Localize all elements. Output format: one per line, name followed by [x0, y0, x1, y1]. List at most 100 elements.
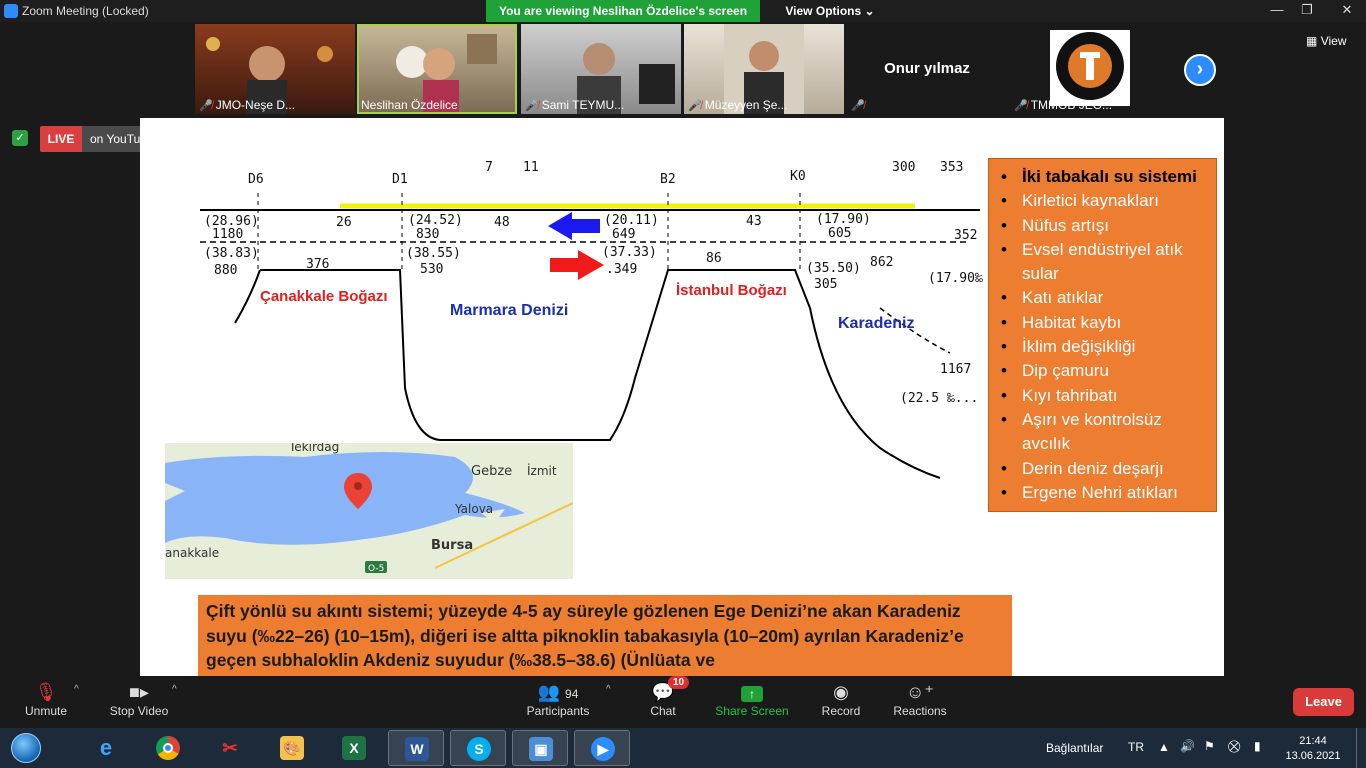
participant-name: JMO-Neşe D...: [215, 98, 296, 112]
taskbar-skype[interactable]: S: [450, 730, 506, 766]
participants-options-caret[interactable]: ^: [606, 684, 611, 695]
map-label: O-5: [368, 564, 384, 574]
view-options-button[interactable]: View Options ⌄: [780, 0, 880, 22]
system-clock[interactable]: 21:44 13.06.2021: [1282, 734, 1344, 764]
value-label: 43: [746, 214, 762, 229]
unmute-label: Unmute: [24, 704, 68, 718]
close-button[interactable]: ✕: [1332, 0, 1362, 22]
share-screen-button[interactable]: ↑ Share Screen: [712, 680, 792, 718]
value-label: 880: [214, 263, 237, 278]
network-icon[interactable]: ⛒: [1228, 739, 1240, 754]
live-badge[interactable]: LIVE: [40, 126, 82, 152]
participant-tile[interactable]: Onur yılmaz 🎤̸: [847, 24, 1007, 114]
taskbar-internet-explorer[interactable]: e: [78, 730, 134, 766]
video-options-caret[interactable]: ^: [172, 684, 177, 695]
value-label: (38.55): [406, 246, 461, 261]
photo-viewer-icon: ▣: [529, 737, 553, 761]
taskbar-snipping-tool[interactable]: ✂: [202, 730, 258, 766]
chrome-icon: [156, 736, 180, 760]
record-icon: ◉: [833, 682, 849, 702]
mic-off-icon: 🎤̸: [851, 100, 865, 112]
value-label: 305: [814, 277, 837, 292]
taskbar-photo-viewer[interactable]: ▣: [512, 730, 568, 766]
slide-caption: Çift yönlü su akıntı sistemi; yüzeyde 4-…: [198, 595, 1012, 676]
taskbar-word[interactable]: W: [388, 730, 444, 766]
participant-tile-active[interactable]: Neslihan Özdelice: [357, 24, 517, 114]
participants-count: 94: [565, 687, 579, 701]
taskbar-excel[interactable]: X: [326, 730, 382, 766]
view-options-label: View Options: [785, 4, 862, 18]
chat-unread-badge: 10: [668, 676, 690, 689]
minimize-button[interactable]: —: [1262, 0, 1292, 22]
participants-button[interactable]: 👥 94 Participants: [522, 680, 594, 718]
chevron-right-icon: ›: [1196, 58, 1204, 80]
participant-name: Sami TEYMU...: [541, 98, 625, 112]
value-label: 1167: [940, 362, 971, 377]
stop-video-button[interactable]: ■▸ Stop Video: [104, 680, 174, 718]
issues-box: İki tabakalı su sistemiKirletici kaynakl…: [988, 158, 1217, 512]
value-label: (17.90‰: [928, 271, 983, 286]
marmara-label: Marmara Denizi: [450, 302, 569, 319]
power-icon[interactable]: ▮: [1254, 739, 1261, 753]
show-hidden-icons-icon[interactable]: ▲: [1158, 740, 1170, 754]
taskbar-zoom[interactable]: ▶: [574, 730, 630, 766]
participant-tile[interactable]: 🎤̸ TMMOB JEO...: [1010, 24, 1170, 114]
language-indicator[interactable]: TR: [1128, 740, 1144, 754]
shield-icon: ✓: [12, 130, 28, 146]
red-arrow: [550, 250, 604, 280]
participant-tile[interactable]: 🎤̸ Sami TEYMU...: [521, 24, 681, 114]
reactions-label: Reactions: [893, 704, 947, 718]
shared-screen: D6 D1 7 11 B2 K0 300 353 (28.96) 1180 26…: [140, 118, 1224, 676]
maximize-button[interactable]: ❐: [1292, 0, 1322, 22]
excel-icon: X: [342, 736, 366, 760]
value-label: (38.83): [204, 246, 259, 261]
participant-tile[interactable]: 🎤̸ JMO-Neşe D...: [195, 24, 355, 114]
clock-date: 13.06.2021: [1285, 750, 1341, 762]
action-center-icon[interactable]: ⚑: [1204, 739, 1215, 753]
value-label: 26: [336, 215, 352, 230]
taskbar-chrome[interactable]: [140, 730, 196, 766]
title-bar: Zoom Meeting (Locked) You are viewing Ne…: [0, 0, 1366, 22]
share-screen-label: Share Screen: [715, 704, 789, 718]
volume-icon[interactable]: 🔊: [1180, 739, 1195, 753]
marmara-map: Tekirdağ Gebze İzmit Yalova Bursa anakka…: [165, 443, 573, 579]
view-button[interactable]: ▦ View: [1306, 34, 1346, 48]
record-label: Record: [821, 704, 861, 718]
issues-list-item: Habitat kaybı: [997, 311, 1210, 336]
station-label: 300: [892, 160, 915, 175]
map-graphic: Tekirdağ Gebze İzmit Yalova Bursa anakka…: [165, 443, 573, 579]
scissors-icon: ✂: [222, 738, 238, 758]
taskbar-paint[interactable]: 🎨: [264, 730, 320, 766]
paint-palette-icon: 🎨: [280, 736, 304, 760]
map-label: Gebze: [471, 464, 512, 479]
video-gallery: 🎤̸ JMO-Neşe D... Neslihan Özdelice 🎤̸ Sami…: [0, 22, 1366, 118]
clock-time: 21:44: [1299, 735, 1327, 747]
value-label: 376: [306, 257, 329, 272]
issues-list-item: Evsel endüstriyel atık sular: [997, 238, 1210, 287]
issues-list-item: Derin deniz deşarjı: [997, 457, 1210, 482]
station-label: B2: [660, 172, 676, 187]
chevron-down-icon: ⌄: [864, 4, 875, 18]
participant-name: Müzeyyen Şe...: [704, 98, 788, 112]
start-button[interactable]: [4, 730, 48, 766]
connections-label[interactable]: Bağlantılar: [1046, 741, 1103, 755]
windows-logo-icon: [11, 733, 41, 763]
unmute-button[interactable]: 🎙 Unmute: [16, 680, 76, 718]
skype-icon: S: [467, 737, 491, 761]
map-label: İzmit: [527, 463, 557, 478]
gallery-next-page-button[interactable]: ›: [1184, 54, 1216, 86]
mic-off-icon: 🎤̸: [1014, 100, 1028, 112]
value-label: 862: [870, 255, 893, 270]
participant-tile[interactable]: 🎤̸ Müzeyyen Şe...: [684, 24, 844, 114]
record-button[interactable]: ◉ Record: [816, 680, 866, 718]
station-label: D1: [392, 172, 408, 187]
smiley-plus-icon: ☺⁺: [906, 682, 934, 702]
value-label: 530: [420, 262, 443, 277]
issues-list: İki tabakalı su sistemiKirletici kaynakl…: [997, 165, 1210, 505]
audio-options-caret[interactable]: ^: [74, 684, 79, 695]
reactions-button[interactable]: ☺⁺ Reactions: [890, 680, 950, 718]
blue-arrow: [548, 212, 600, 240]
show-desktop-button[interactable]: [1356, 728, 1366, 768]
value-label: (20.11): [604, 213, 659, 228]
leave-button[interactable]: Leave: [1293, 688, 1354, 716]
